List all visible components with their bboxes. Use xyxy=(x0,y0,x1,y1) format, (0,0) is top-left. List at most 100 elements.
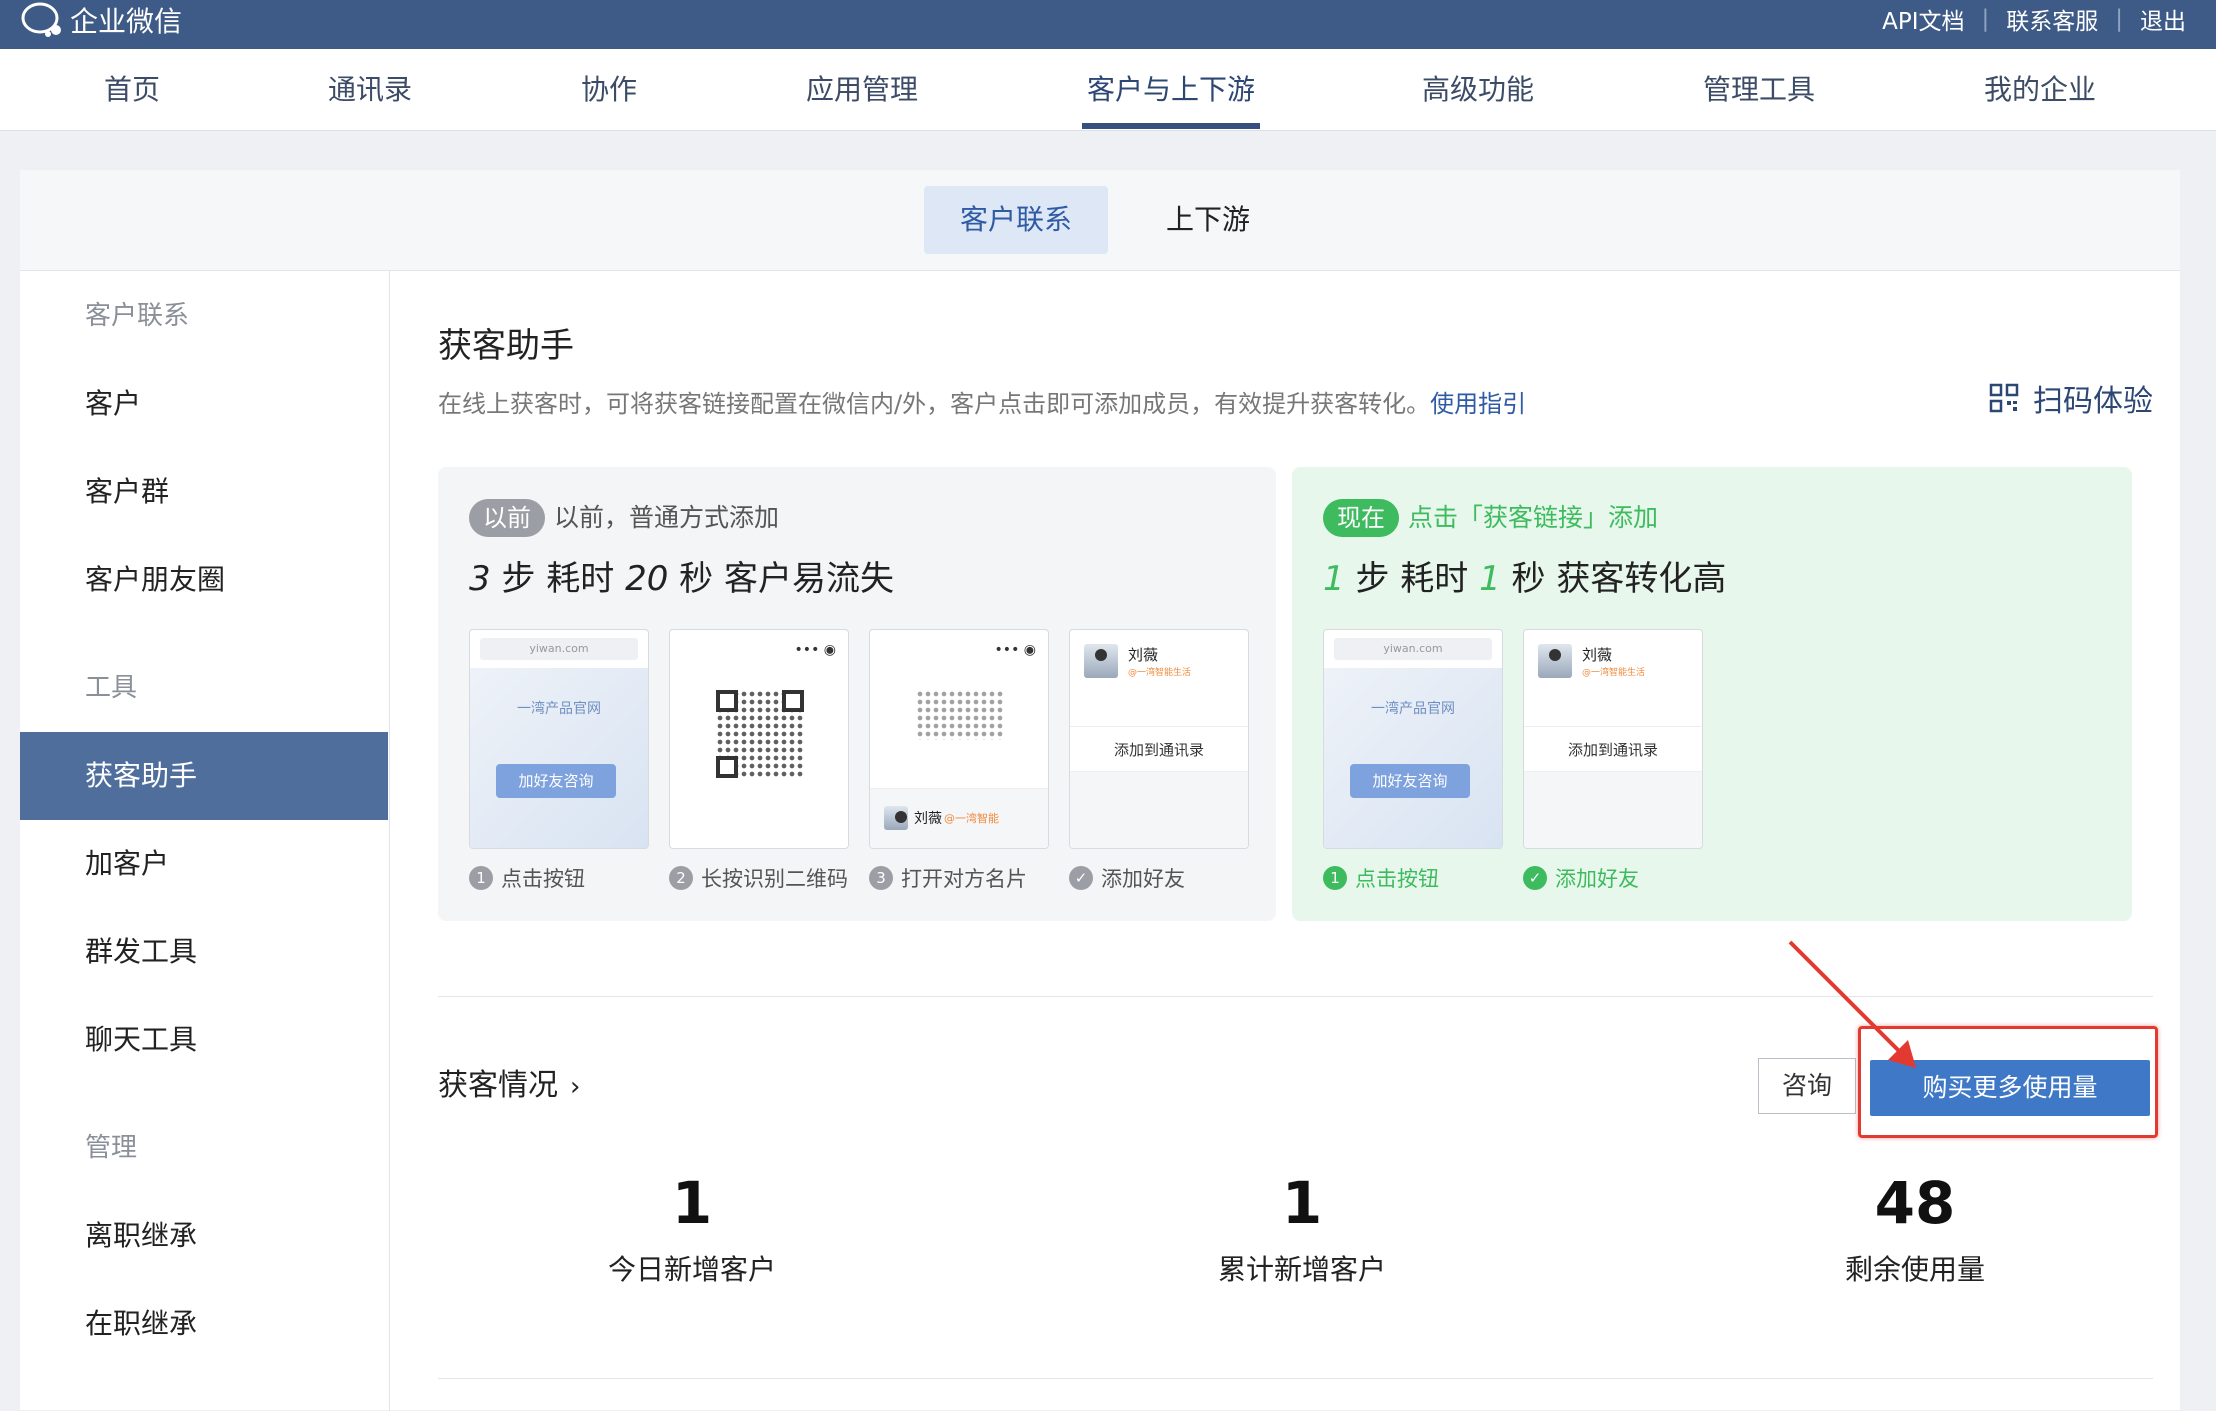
mock-person-name: 刘薇 xyxy=(914,811,942,827)
now-step-1: 1 点击按钮 xyxy=(1323,863,1439,893)
step-number-3: 3 xyxy=(869,866,893,890)
avatar xyxy=(1538,644,1572,678)
more-options-icon: ••• ◉ xyxy=(794,642,836,658)
stat-total-new: 1 累计新增客户 xyxy=(1102,1170,1502,1288)
before-headline: 3 步 耗时 20 秒 客户易流失 xyxy=(469,551,894,600)
before-steps-count: 3 xyxy=(469,559,491,599)
step-number-2: 2 xyxy=(669,866,693,890)
now-badge: 现在 xyxy=(1323,499,1399,537)
step-label: 打开对方名片 xyxy=(901,867,1027,891)
nav-collaboration[interactable]: 协作 xyxy=(581,49,637,131)
stat-value: 1 xyxy=(671,1169,713,1237)
scan-experience-button[interactable]: 扫码体验 xyxy=(1989,376,2153,420)
top-bar: 企业微信 API文档 | 联系客服 | 退出 xyxy=(0,0,2216,49)
nav-home[interactable]: 首页 xyxy=(104,49,160,131)
mock-person-card: 刘薇 @一湾智能 xyxy=(884,806,999,830)
more-options-icon: ••• ◉ xyxy=(994,642,1036,658)
now-steps-count: 1 xyxy=(1323,559,1345,599)
nav-management-tools[interactable]: 管理工具 xyxy=(1703,49,1815,131)
step-label: 点击按钮 xyxy=(501,867,585,891)
main-nav: 首页 通讯录 协作 应用管理 客户与上下游 高级功能 管理工具 我的企业 xyxy=(0,49,2216,131)
wecom-logo-icon xyxy=(21,2,61,37)
stat-value: 48 xyxy=(1874,1169,1956,1237)
sidebar: 客户联系 客户 客户群 客户朋友圈 工具 获客助手 加客户 群发工具 聊天工具 … xyxy=(20,271,390,1411)
stats-heading[interactable]: 获客情况 › xyxy=(438,1060,580,1104)
sidebar-item-customers[interactable]: 客户 xyxy=(20,360,388,448)
nav-app-management[interactable]: 应用管理 xyxy=(806,49,918,131)
sidebar-item-mass-messaging[interactable]: 群发工具 xyxy=(20,908,388,996)
now-head-part2: 秒 获客转化高 xyxy=(1500,559,1727,599)
api-docs-link[interactable]: API文档 xyxy=(1882,2,1964,36)
nav-my-enterprise[interactable]: 我的企业 xyxy=(1984,49,2096,131)
avatar xyxy=(884,806,908,830)
step-label: 添加好友 xyxy=(1555,867,1639,891)
mock-person-card: 刘薇 @一湾智能生活 xyxy=(1538,644,1645,678)
logo[interactable]: 企业微信 xyxy=(18,0,182,40)
mock-person-company: @一湾智能 xyxy=(944,812,999,825)
now-head-part1: 步 耗时 xyxy=(1344,559,1480,599)
before-text: 以前，普通方式添加 xyxy=(554,503,780,532)
nav-advanced[interactable]: 高级功能 xyxy=(1422,49,1534,131)
separator: | xyxy=(2115,6,2123,32)
stat-today-new: 1 今日新增客户 xyxy=(492,1170,892,1288)
before-panel: 以前 以前，普通方式添加 3 步 耗时 20 秒 客户易流失 yiwan.com… xyxy=(438,467,1276,921)
stat-label: 累计新增客户 xyxy=(1217,1253,1386,1286)
mock-contact-screen: 刘薇 @一湾智能生活 添加到通讯录 xyxy=(1523,629,1703,849)
mock-qr-card-screen: ••• ◉ 刘薇 @一湾智能 xyxy=(869,629,1049,849)
qr-corner xyxy=(782,690,804,712)
before-step-1: 1 点击按钮 xyxy=(469,863,585,893)
sidebar-item-resigned-transfer[interactable]: 离职继承 xyxy=(20,1192,388,1280)
check-icon: ✓ xyxy=(1069,866,1093,890)
mock-qr-screen: ••• ◉ xyxy=(669,629,849,849)
scan-label: 扫码体验 xyxy=(2033,384,2153,419)
mock-person-name: 刘薇 xyxy=(1582,646,1613,664)
stat-label: 今日新增客户 xyxy=(607,1253,776,1286)
now-seconds: 1 xyxy=(1479,559,1501,599)
check-icon: ✓ xyxy=(1523,866,1547,890)
now-text: 点击「获客链接」添加 xyxy=(1408,503,1659,532)
stats-heading-text: 获客情况 xyxy=(438,1068,558,1103)
stat-label: 剩余使用量 xyxy=(1844,1253,1985,1286)
step-label: 添加好友 xyxy=(1101,867,1185,891)
page-description: 在线上获客时，可将获客链接配置在微信内/外，客户点击即可添加成员，有效提升获客转… xyxy=(438,384,1526,419)
mock-person-card: 刘薇 @一湾智能生活 xyxy=(1084,644,1191,678)
nav-customers-upstream[interactable]: 客户与上下游 xyxy=(1081,49,1261,131)
before-step-2: 2 长按识别二维码 xyxy=(669,863,848,893)
sidebar-group-customer-contact: 客户联系 xyxy=(85,301,190,331)
sidebar-group-tools: 工具 xyxy=(85,673,138,703)
mock-url: yiwan.com xyxy=(480,638,638,660)
before-step-3: 3 打开对方名片 xyxy=(869,863,1027,893)
description-text: 在线上获客时，可将获客链接配置在微信内/外，客户点击即可添加成员，有效提升获客转… xyxy=(438,390,1431,418)
main-card: 客户联系 上下游 客户联系 客户 客户群 客户朋友圈 工具 获客助手 加客户 群… xyxy=(20,170,2180,1411)
step-label: 长按识别二维码 xyxy=(701,867,848,891)
mock-person-subtitle: @一湾智能生活 xyxy=(1582,668,1646,678)
content: 获客助手 在线上获客时，可将获客链接配置在微信内/外，客户点击即可添加成员，有效… xyxy=(438,170,2158,1410)
qr-corner xyxy=(716,690,738,712)
sidebar-item-moments[interactable]: 客户朋友圈 xyxy=(20,536,388,624)
annotation-arrow-icon xyxy=(1788,940,1916,1068)
top-links: API文档 | 联系客服 | 退出 xyxy=(1882,0,2186,38)
logo-text: 企业微信 xyxy=(70,5,183,38)
sidebar-item-acquisition-assistant[interactable]: 获客助手 xyxy=(20,732,388,820)
sidebar-group-management: 管理 xyxy=(85,1133,138,1163)
sidebar-item-add-customer[interactable]: 加客户 xyxy=(20,820,388,908)
now-headline: 1 步 耗时 1 秒 获客转化高 xyxy=(1323,551,1726,600)
mock-person-subtitle: @一湾智能生活 xyxy=(1128,668,1192,678)
mock-hero: 一湾产品官网 加好友咨询 xyxy=(470,668,648,848)
nav-contacts[interactable]: 通讯录 xyxy=(328,49,412,131)
guide-link[interactable]: 使用指引 xyxy=(1430,390,1526,418)
mock-person-name: 刘薇 xyxy=(1128,646,1159,664)
mock-url: yiwan.com xyxy=(1334,638,1492,660)
sidebar-item-chat-tools[interactable]: 聊天工具 xyxy=(20,996,388,1084)
qr-code-image xyxy=(916,690,1004,740)
sidebar-item-customer-groups[interactable]: 客户群 xyxy=(20,448,388,536)
before-seconds: 20 xyxy=(625,559,669,599)
avatar xyxy=(1084,644,1118,678)
logout-link[interactable]: 退出 xyxy=(2140,2,2186,36)
mock-webpage-screen: yiwan.com 一湾产品官网 加好友咨询 xyxy=(469,629,649,849)
mock-site-title: 一湾产品官网 xyxy=(517,701,601,717)
step-number-1: 1 xyxy=(1323,866,1347,890)
contact-support-link[interactable]: 联系客服 xyxy=(2006,2,2098,36)
sidebar-item-active-transfer[interactable]: 在职继承 xyxy=(20,1280,388,1368)
qr-code-icon xyxy=(1989,383,2019,413)
